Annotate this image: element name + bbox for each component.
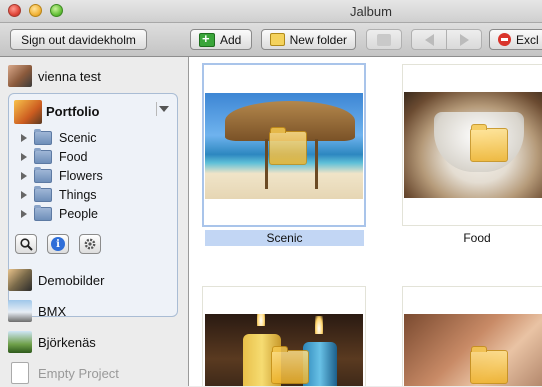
- album-tile-food[interactable]: [402, 64, 542, 226]
- album-thumbnail: [205, 314, 363, 386]
- folder-label: Food: [59, 149, 88, 164]
- hut-post: [315, 139, 318, 189]
- toolbar: Sign out davidekholm Add New folder Excl: [0, 23, 542, 57]
- album-thumbnail: [404, 314, 542, 386]
- folder-label: Scenic: [59, 130, 97, 145]
- add-label: Add: [220, 32, 242, 47]
- arrow-right-icon: [459, 33, 469, 46]
- project-thumbnail: [8, 65, 32, 87]
- search-icon: [19, 237, 33, 251]
- folder-icon: [34, 166, 52, 183]
- folder-label: People: [59, 206, 98, 221]
- folder-icon: [269, 127, 307, 165]
- folder-item-people[interactable]: People: [21, 204, 98, 223]
- info-button[interactable]: i: [47, 234, 69, 254]
- album-tile[interactable]: [402, 286, 542, 386]
- album-grid: Scenic Food: [189, 57, 542, 386]
- close-window-button[interactable]: [8, 4, 21, 17]
- folder-item-flowers[interactable]: Flowers: [21, 166, 103, 185]
- project-label: Empty Project: [38, 365, 119, 381]
- chevron-down-icon[interactable]: [159, 106, 169, 112]
- folder-icon: [34, 147, 52, 164]
- document-icon: [11, 362, 29, 384]
- folder-icon: [470, 124, 508, 162]
- disclosure-triangle-icon[interactable]: [21, 209, 27, 218]
- stop-icon: [498, 33, 511, 46]
- add-button[interactable]: Add: [190, 29, 252, 50]
- album-caption[interactable]: Food: [402, 230, 542, 246]
- project-thumbnail: [8, 300, 32, 322]
- folder-item-food[interactable]: Food: [21, 147, 88, 166]
- portfolio-thumbnail: [14, 100, 42, 124]
- flame: [315, 316, 323, 334]
- hut-post: [265, 139, 268, 189]
- exclude-label: Excl: [516, 32, 539, 47]
- project-label: vienna test: [38, 68, 101, 84]
- new-folder-label: New folder: [289, 32, 347, 47]
- back-button[interactable]: [411, 29, 447, 50]
- disclosure-triangle-icon[interactable]: [21, 190, 27, 199]
- minimize-window-button[interactable]: [29, 4, 42, 17]
- portfolio-title[interactable]: Portfolio: [46, 104, 99, 119]
- arrow-left-icon: [424, 33, 434, 46]
- folder-icon: [271, 346, 309, 384]
- sign-out-button[interactable]: Sign out davidekholm: [10, 29, 147, 50]
- project-thumbnail: [8, 269, 32, 291]
- sign-out-label: Sign out davidekholm: [21, 32, 136, 47]
- project-bmx[interactable]: BMX: [0, 297, 188, 325]
- zoom-window-button[interactable]: [50, 4, 63, 17]
- settings-button[interactable]: [79, 234, 101, 254]
- exclude-button[interactable]: Excl: [489, 29, 542, 50]
- folder-item-scenic[interactable]: Scenic: [21, 128, 97, 147]
- forward-button[interactable]: [446, 29, 482, 50]
- info-icon: i: [51, 237, 65, 251]
- album-thumbnail: [404, 92, 542, 198]
- project-label: BMX: [38, 303, 67, 319]
- folder-label: Flowers: [59, 168, 103, 183]
- project-demobilder[interactable]: Demobilder: [0, 266, 188, 294]
- project-vienna-test[interactable]: vienna test: [0, 62, 188, 90]
- album-tile[interactable]: [202, 286, 366, 386]
- project-thumbnail: [8, 331, 32, 353]
- gear-icon: [377, 33, 391, 46]
- folder-icon: [34, 128, 52, 145]
- window-title: Jalbum: [350, 4, 392, 19]
- album-tile-scenic[interactable]: [202, 63, 366, 227]
- disclosure-triangle-icon[interactable]: [21, 171, 27, 180]
- folder-icon: [34, 204, 52, 221]
- disclosure-triangle-icon[interactable]: [21, 133, 27, 142]
- flame: [257, 314, 265, 326]
- project-label: Demobilder: [38, 272, 105, 288]
- folder-item-things[interactable]: Things: [21, 185, 97, 204]
- disclosure-triangle-icon[interactable]: [21, 152, 27, 161]
- add-icon: [199, 31, 215, 47]
- sidebar: vienna test Portfolio Scenic Food Flower…: [0, 57, 189, 386]
- folder-label: Things: [59, 187, 97, 202]
- folder-icon: [34, 185, 52, 202]
- divider: [156, 102, 157, 116]
- search-button[interactable]: [15, 234, 37, 254]
- new-folder-icon: [270, 33, 285, 46]
- title-bar: Jalbum: [0, 0, 542, 23]
- project-empty[interactable]: Empty Project: [0, 359, 188, 387]
- settings-toolbar-button[interactable]: [366, 29, 402, 50]
- album-caption[interactable]: Scenic: [205, 230, 364, 246]
- new-folder-button[interactable]: New folder: [261, 29, 356, 50]
- project-bjorkenas[interactable]: Björkenäs: [0, 328, 188, 356]
- project-label: Björkenäs: [38, 334, 96, 350]
- gear-icon: [84, 238, 96, 250]
- folder-icon: [470, 346, 508, 384]
- album-thumbnail: [205, 93, 363, 199]
